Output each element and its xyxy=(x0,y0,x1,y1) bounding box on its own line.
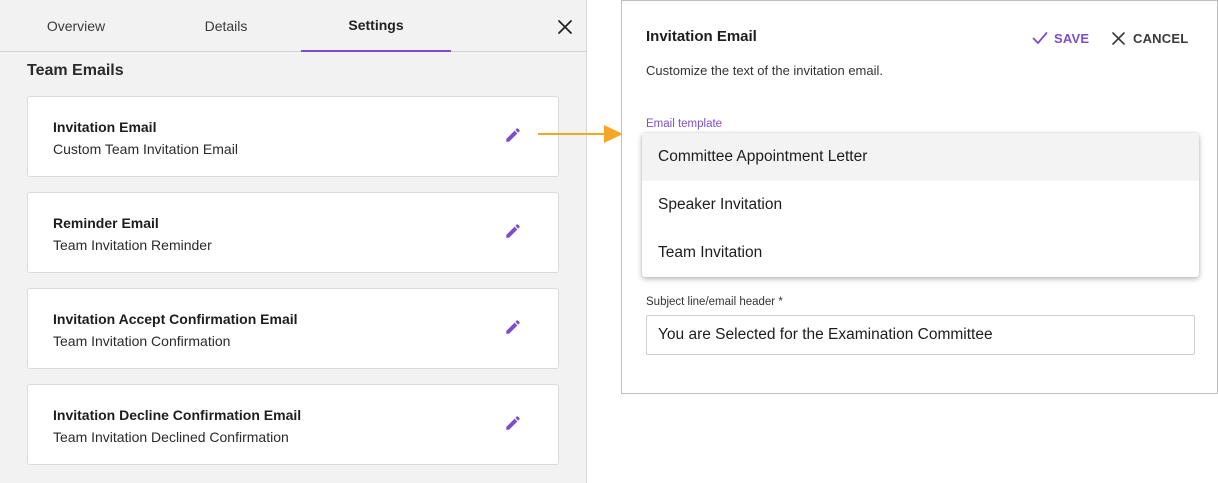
pencil-icon xyxy=(506,224,520,238)
settings-panel: Overview Details Settings Team Emails In… xyxy=(0,0,587,483)
card-subtitle: Custom Team Invitation Email xyxy=(53,141,238,157)
edit-button[interactable] xyxy=(502,412,524,434)
close-panel-button[interactable] xyxy=(552,14,578,40)
edit-button[interactable] xyxy=(502,316,524,338)
tab-settings[interactable]: Settings xyxy=(301,0,451,52)
edit-button[interactable] xyxy=(502,124,524,146)
tab-bar: Overview Details Settings xyxy=(0,0,586,52)
tab-overview[interactable]: Overview xyxy=(1,0,151,52)
subject-label: Subject line/email header * xyxy=(646,296,783,308)
card-subtitle: Team Invitation Reminder xyxy=(53,237,212,253)
card-title: Reminder Email xyxy=(53,215,159,231)
edit-email-dialog: Invitation Email SAVE CANCEL Customize t… xyxy=(621,0,1218,394)
email-template-label: Email template xyxy=(646,118,723,130)
email-card-accept-confirmation: Invitation Accept Confirmation Email Tea… xyxy=(27,288,559,369)
email-card-reminder: Reminder Email Team Invitation Reminder xyxy=(27,192,559,273)
edit-button[interactable] xyxy=(502,220,524,242)
card-title: Invitation Decline Confirmation Email xyxy=(53,407,302,423)
cancel-label: CANCEL xyxy=(1133,30,1189,46)
dialog-title: Invitation Email xyxy=(646,28,757,45)
save-button[interactable]: SAVE xyxy=(1032,28,1089,48)
card-subtitle: Team Invitation Declined Confirmation xyxy=(53,429,289,445)
pencil-icon xyxy=(506,416,520,430)
card-subtitle: Team Invitation Confirmation xyxy=(53,333,231,349)
email-card-invitation: Invitation Email Custom Team Invitation … xyxy=(27,96,559,177)
subject-input[interactable] xyxy=(646,315,1195,355)
save-label: SAVE xyxy=(1054,30,1090,46)
dialog-description: Customize the text of the invitation ema… xyxy=(646,63,884,78)
close-icon xyxy=(1112,31,1125,45)
arrow-right-icon xyxy=(538,125,623,143)
template-option-speaker-invitation[interactable]: Speaker Invitation xyxy=(642,181,1199,229)
template-option-team-invitation[interactable]: Team Invitation xyxy=(642,229,1199,277)
cancel-button[interactable]: CANCEL xyxy=(1112,28,1188,48)
email-template-dropdown-menu: Committee Appointment Letter Speaker Inv… xyxy=(642,133,1199,277)
pencil-icon xyxy=(506,320,520,334)
check-icon xyxy=(1032,32,1048,44)
card-title: Invitation Accept Confirmation Email xyxy=(53,311,298,327)
card-title: Invitation Email xyxy=(53,119,157,135)
close-icon xyxy=(558,20,572,34)
section-title: Team Emails xyxy=(27,62,124,79)
template-option-committee-appointment[interactable]: Committee Appointment Letter xyxy=(642,133,1199,181)
email-card-decline-confirmation: Invitation Decline Confirmation Email Te… xyxy=(27,384,559,465)
pencil-icon xyxy=(506,128,520,142)
tab-details[interactable]: Details xyxy=(151,0,301,52)
